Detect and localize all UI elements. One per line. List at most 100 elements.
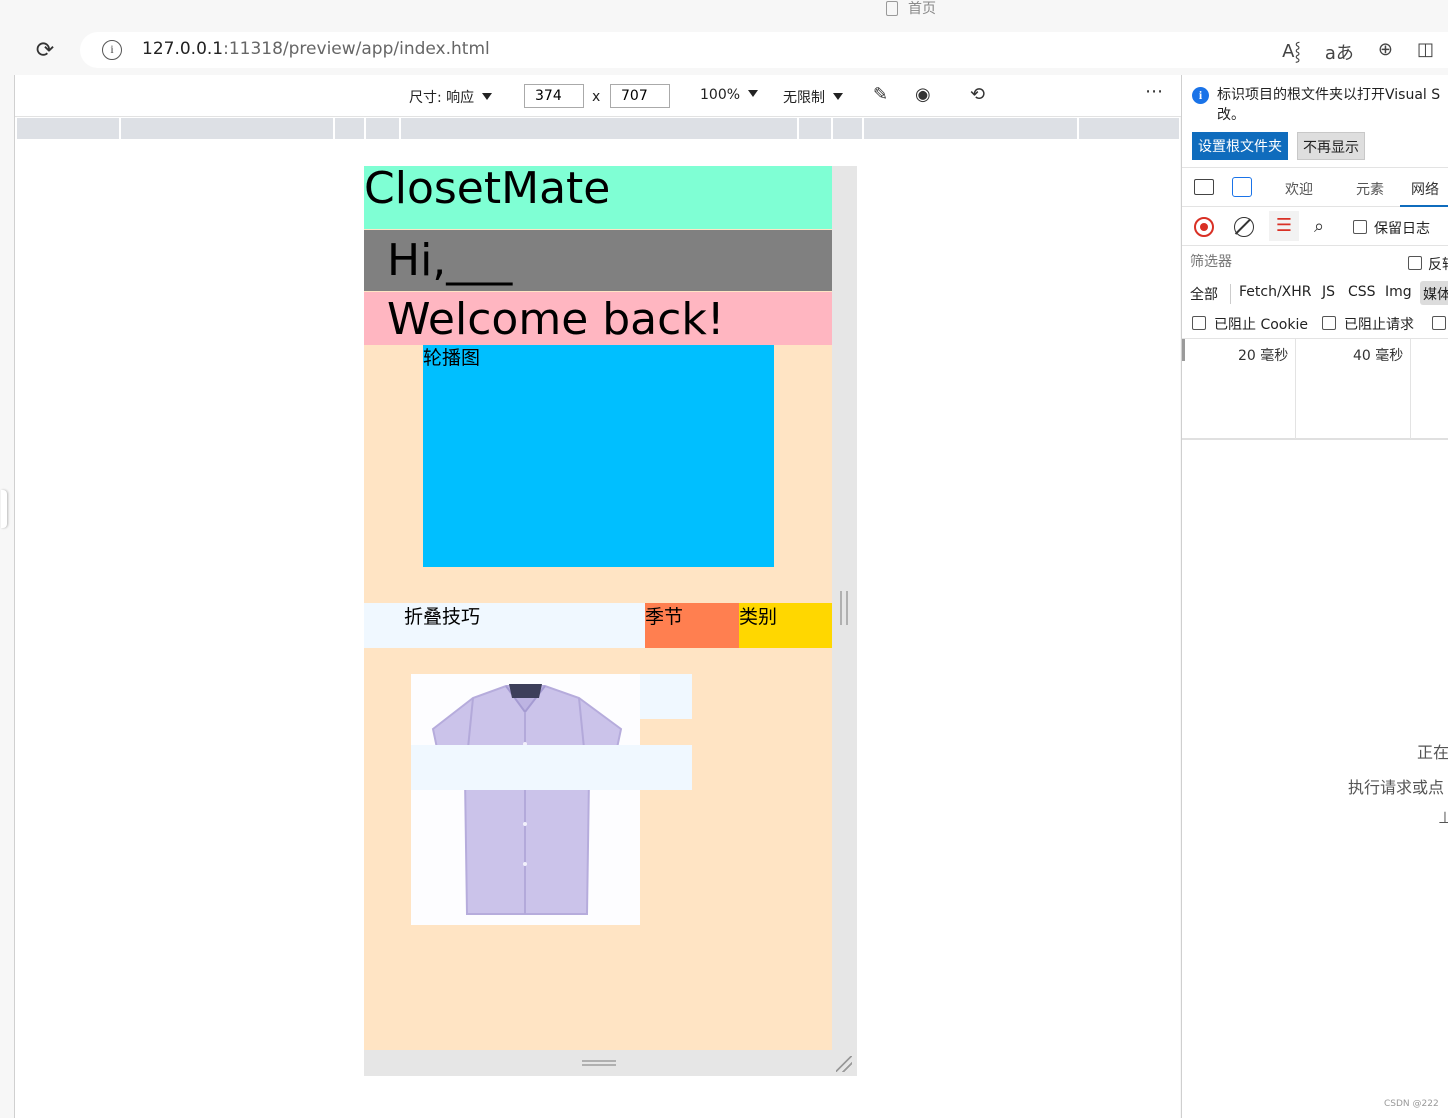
active-tab[interactable]: 首页 xyxy=(886,0,936,18)
device-toolbar: 尺寸: 响应 x 100% 无限制 ✎ ◉ ⟲ ⋯ xyxy=(15,75,1181,117)
tab-strip: 首页 xyxy=(0,0,1448,28)
third-party-checkbox[interactable] xyxy=(1432,316,1446,330)
active-tab-indicator xyxy=(1400,205,1448,207)
ruler-divider xyxy=(831,118,833,139)
devtools-tabs: 欢迎 元素 网络 xyxy=(1182,167,1448,207)
ruler-divider xyxy=(399,118,401,139)
blocked-requests-checkbox[interactable] xyxy=(1322,316,1336,330)
card-strip xyxy=(640,674,692,719)
invert-checkbox[interactable] xyxy=(1408,256,1422,270)
welcome-bar: Welcome back! xyxy=(364,292,832,345)
tab-label: 季节 xyxy=(645,606,684,628)
zoom-dropdown[interactable]: 100% xyxy=(700,87,759,103)
tab-network[interactable]: 网络 xyxy=(1411,179,1439,199)
preserve-log-label: 保留日志 xyxy=(1374,221,1430,237)
type-img[interactable]: Img xyxy=(1385,284,1412,300)
browser-toolbar: ⟳ i 127.0.0.1:11318/preview/app/index.ht… xyxy=(0,28,1448,74)
filter-input[interactable] xyxy=(1186,251,1390,273)
translate-icon[interactable]: aあ xyxy=(1325,39,1354,65)
filter-row: 反转 xyxy=(1182,247,1448,277)
chevron-down-icon xyxy=(482,93,493,100)
tab-folding-tips[interactable]: 折叠技巧 xyxy=(364,603,645,648)
divider xyxy=(1230,284,1231,304)
devtools-panel: i 标识项目的根文件夹以打开Visual S改。 设置根文件夹 不再显示 欢迎 … xyxy=(1181,75,1448,1118)
category-tabs: 折叠技巧 季节 类别 xyxy=(364,603,832,648)
split-screen-icon[interactable]: ◫ xyxy=(1417,39,1434,65)
tab-welcome[interactable]: 欢迎 xyxy=(1285,179,1313,199)
root-folder-notice: 标识项目的根文件夹以打开Visual S改。 xyxy=(1217,87,1441,123)
tab-category[interactable]: 类别 xyxy=(739,603,832,648)
dimensions-dropdown[interactable]: 尺寸: 响应 xyxy=(409,87,493,107)
timeline-tick xyxy=(1410,339,1411,439)
device-toggle-icon[interactable] xyxy=(1232,177,1252,197)
timeline-label: 40 毫秒 xyxy=(1353,348,1404,364)
inspect-icon[interactable] xyxy=(1194,179,1214,195)
clear-icon[interactable] xyxy=(1234,217,1254,237)
reload-icon[interactable]: ⟳ xyxy=(32,38,58,64)
zoom-icon[interactable]: ⊕ xyxy=(1378,39,1393,65)
invert-label: 反转 xyxy=(1428,257,1448,273)
shirt-image[interactable] xyxy=(411,674,640,925)
blocked-requests-label: 已阻止请求 xyxy=(1344,317,1414,333)
timeline-tick xyxy=(1295,339,1296,439)
side-panel-handle[interactable] xyxy=(1,490,7,528)
address-bar[interactable]: i 127.0.0.1:11318/preview/app/index.html… xyxy=(80,32,1448,68)
app-header: ClosetMate xyxy=(364,166,832,229)
carousel-label: 轮播图 xyxy=(423,347,481,369)
bottom-resize-handle[interactable] xyxy=(582,1060,616,1066)
watermark: CSDN @222 xyxy=(1384,1099,1439,1109)
media-query-ruler[interactable] xyxy=(17,118,1179,139)
search-icon[interactable]: ⌕ xyxy=(1314,216,1324,237)
chevron-down-icon xyxy=(748,90,759,97)
eyedropper-icon[interactable]: ✎ xyxy=(873,84,888,105)
width-input[interactable] xyxy=(524,84,584,108)
app-title: ClosetMate xyxy=(364,166,611,214)
url-host: 127.0.0.1 xyxy=(142,39,224,59)
type-media[interactable]: 媒体 xyxy=(1423,284,1448,304)
right-resize-handle[interactable] xyxy=(840,591,848,625)
times-sign: x xyxy=(592,89,601,105)
vision-icon[interactable]: ◉ xyxy=(915,84,931,105)
read-aloud-icon[interactable]: A⸾ xyxy=(1282,39,1301,65)
app-page: ClosetMate Hi,___ Welcome back! 轮播图 折叠技巧… xyxy=(364,166,832,1050)
corner-resize-handle[interactable] xyxy=(836,1056,852,1072)
preserve-log-checkbox[interactable] xyxy=(1353,220,1367,234)
empty-state-link[interactable]: ⊥ xyxy=(1438,808,1448,827)
ruler-divider xyxy=(364,118,366,139)
dimensions-label: 尺寸: 响应 xyxy=(409,90,475,106)
empty-state-hint: 执行请求或点 xyxy=(1348,778,1445,797)
type-js[interactable]: JS xyxy=(1322,284,1335,300)
device-frame: ClosetMate Hi,___ Welcome back! 轮播图 折叠技巧… xyxy=(364,166,857,1076)
blocked-filters: 已阻止 Cookie 已阻止请求 xyxy=(1182,308,1448,338)
height-input[interactable] xyxy=(610,84,670,108)
blocked-cookies-label: 已阻止 Cookie xyxy=(1214,317,1308,333)
zoom-label: 100% xyxy=(700,87,741,103)
filter-icon[interactable]: ☰ xyxy=(1269,211,1299,241)
type-css[interactable]: CSS xyxy=(1348,284,1376,300)
card-strip xyxy=(411,745,692,790)
throttle-label: 无限制 xyxy=(783,90,825,106)
network-timeline[interactable]: 20 毫秒 40 毫秒 xyxy=(1182,338,1448,440)
ruler-divider xyxy=(333,118,335,139)
type-fetch-xhr[interactable]: Fetch/XHR xyxy=(1239,284,1312,300)
dont-show-again-button[interactable]: 不再显示 xyxy=(1297,132,1365,160)
info-icon[interactable]: i xyxy=(102,40,122,60)
url-text[interactable]: 127.0.0.1:11318/preview/app/index.html xyxy=(142,39,490,59)
blocked-cookies-checkbox[interactable] xyxy=(1192,316,1206,330)
emulation-viewport: 尺寸: 响应 x 100% 无限制 ✎ ◉ ⟲ ⋯ ClosetMate Hi,… xyxy=(1,75,1181,1118)
record-icon[interactable] xyxy=(1194,217,1214,237)
ruler-divider xyxy=(797,118,799,139)
type-all[interactable]: 全部 xyxy=(1190,284,1218,304)
throttle-dropdown[interactable]: 无限制 xyxy=(783,87,843,107)
tab-season[interactable]: 季节 xyxy=(645,603,739,648)
network-toolbar: ☰ ⌕ 保留日志 xyxy=(1182,208,1448,246)
timeline-marker xyxy=(1182,339,1185,361)
tab-elements[interactable]: 元素 xyxy=(1356,179,1384,199)
rotate-icon[interactable]: ⟲ xyxy=(970,84,985,105)
carousel[interactable]: 轮播图 xyxy=(423,345,774,567)
chevron-down-icon xyxy=(833,93,843,100)
url-path: :11318/preview/app/index.html xyxy=(223,39,490,59)
greeting-text: Hi,___ xyxy=(387,235,513,286)
set-root-folder-button[interactable]: 设置根文件夹 xyxy=(1192,132,1288,160)
more-icon[interactable]: ⋯ xyxy=(1145,81,1163,102)
